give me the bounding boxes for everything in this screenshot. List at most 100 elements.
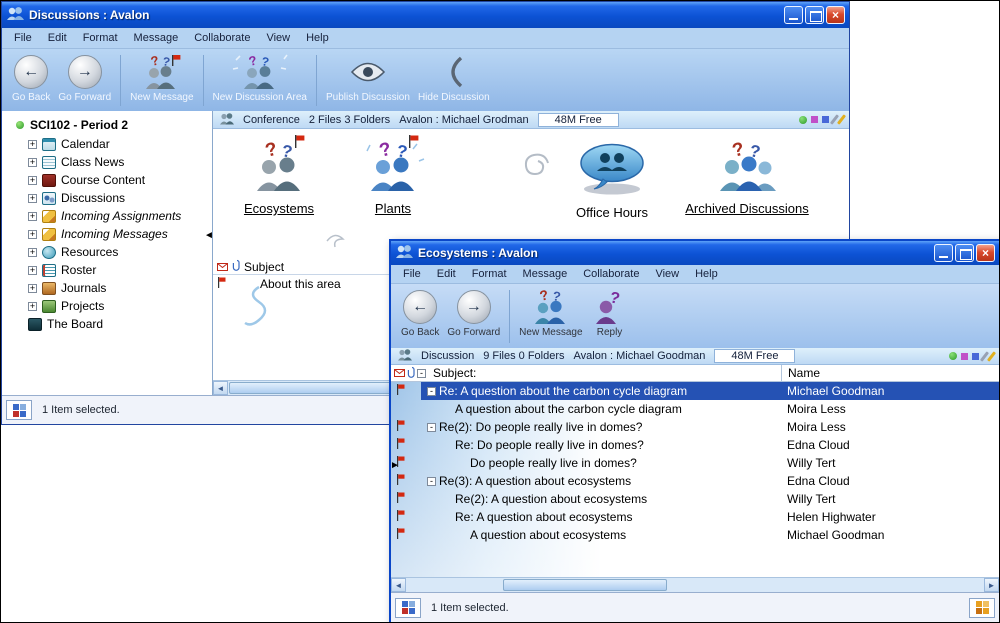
thread-collapse-toggle[interactable]: - — [427, 423, 436, 432]
file-folder-counts: 9 Files 0 Folders — [483, 350, 564, 362]
titlebar[interactable]: Discussions : Avalon × — [2, 2, 849, 28]
new-message-button[interactable]: ?? New Message — [126, 52, 197, 109]
menu-item[interactable]: Format — [464, 266, 515, 282]
tree-item[interactable]: + Calendar — [2, 135, 212, 153]
scrollbar-thumb[interactable] — [503, 579, 667, 591]
status-text: 1 Item selected. — [42, 404, 120, 416]
free-space-indicator: 48M Free — [714, 349, 795, 363]
tree-item-label: Course Content — [61, 173, 145, 187]
split-view-button[interactable] — [969, 598, 995, 618]
tree-item[interactable]: + The Board — [2, 315, 212, 333]
table-row[interactable]: - Re(3): A question about ecosystems Edn… — [391, 472, 999, 490]
tree-item[interactable]: + Resources — [2, 243, 212, 261]
menu-item[interactable]: File — [6, 30, 40, 46]
table-row[interactable]: - Re: A question about the carbon cycle … — [391, 382, 999, 400]
unread-column-icon — [394, 366, 405, 380]
conference-item-archived-discussions[interactable]: ?? Archived Discussions — [657, 141, 837, 216]
scroll-left-button[interactable]: ◄ — [391, 578, 406, 592]
tree-item[interactable]: + Projects — [2, 297, 212, 315]
new-message-button[interactable]: ?? New Message — [515, 287, 586, 346]
go-back-button[interactable]: ← Go Back — [8, 52, 54, 109]
row-subject: A question about ecosystems — [470, 528, 626, 542]
hide-discussion-button[interactable]: Hide Discussion — [414, 52, 494, 109]
menu-item[interactable]: Edit — [429, 266, 464, 282]
tree-item[interactable]: + Roster — [2, 261, 212, 279]
tree-item[interactable]: + Incoming Messages — [2, 225, 212, 243]
tree-item[interactable]: + Course Content — [2, 171, 212, 189]
menu-item[interactable]: View — [647, 266, 687, 282]
expand-plus-icon[interactable]: + — [28, 248, 37, 257]
tree-root-course[interactable]: SCI102 - Period 2 — [2, 115, 212, 135]
menu-item[interactable]: Collaborate — [575, 266, 647, 282]
view-mode-button[interactable] — [6, 400, 32, 420]
blue-square-icon — [822, 116, 829, 123]
name-column-header[interactable]: Name — [781, 365, 999, 381]
menu-item[interactable]: File — [395, 266, 429, 282]
row-author-name: Michael Goodman — [781, 528, 999, 542]
sidebar-collapse-arrow[interactable]: ◄ — [204, 231, 214, 241]
titlebar[interactable]: Ecosystems : Avalon × — [391, 241, 999, 265]
menu-item[interactable]: Collaborate — [186, 30, 258, 46]
expand-plus-icon[interactable]: + — [28, 194, 37, 203]
tree-item-label: Roster — [61, 263, 96, 277]
subject-column-header[interactable]: Subject: — [425, 366, 781, 380]
table-row[interactable]: - Re(2): Do people really live in domes?… — [391, 418, 999, 436]
maximize-button[interactable] — [955, 244, 974, 262]
close-button[interactable]: × — [826, 6, 845, 24]
forward-arrow-icon: → — [68, 55, 102, 89]
unread-flag-icon — [396, 472, 405, 490]
row-author-name: Moira Less — [781, 420, 999, 434]
menu-item[interactable]: Help — [298, 30, 337, 46]
menu-item[interactable]: Message — [126, 30, 187, 46]
scrollbar-thumb[interactable] — [229, 382, 397, 394]
menu-item[interactable]: Help — [687, 266, 726, 282]
table-row[interactable]: - Re: A question about ecosystems Helen … — [391, 508, 999, 526]
menu-item[interactable]: Message — [515, 266, 576, 282]
expand-plus-icon[interactable]: + — [28, 266, 37, 275]
menu-item[interactable]: Edit — [40, 30, 75, 46]
horizontal-scrollbar[interactable]: ◄ ► — [391, 577, 999, 592]
expand-plus-icon[interactable]: + — [28, 302, 37, 311]
file-folder-counts: 2 Files 3 Folders — [309, 114, 390, 126]
maximize-button[interactable] — [805, 6, 824, 24]
expand-plus-icon[interactable]: + — [28, 176, 37, 185]
table-row[interactable]: - A question about ecosystems Michael Go… — [391, 526, 999, 544]
tree-item[interactable]: + Incoming Assignments — [2, 207, 212, 225]
tree-item[interactable]: + Discussions — [2, 189, 212, 207]
scroll-right-button[interactable]: ► — [984, 578, 999, 592]
new-discussion-area-button[interactable]: ?? New Discussion Area — [209, 52, 311, 109]
row-author-name: Edna Cloud — [781, 474, 999, 488]
minimize-button[interactable] — [934, 244, 953, 262]
expand-plus-icon[interactable]: + — [28, 158, 37, 167]
expand-plus-icon[interactable]: + — [28, 284, 37, 293]
subject-column-header[interactable]: Subject — [244, 260, 284, 274]
expand-plus-icon[interactable]: + — [28, 212, 37, 221]
tree-item[interactable]: + Class News — [2, 153, 212, 171]
table-row[interactable]: - Do people really live in domes? Willy … — [391, 454, 999, 472]
table-row[interactable]: - Re(2): A question about ecosystems Wil… — [391, 490, 999, 508]
thread-collapse-toggle[interactable]: - — [427, 477, 436, 486]
scroll-left-button[interactable]: ◄ — [213, 381, 228, 395]
expand-plus-icon[interactable]: + — [28, 230, 37, 239]
go-forward-button[interactable]: → Go Forward — [443, 287, 504, 346]
conference-item-ecosystems[interactable]: ?? Ecosystems — [219, 141, 339, 216]
table-row[interactable]: - A question about the carbon cycle diag… — [391, 400, 999, 418]
tree-item[interactable]: + Journals — [2, 279, 212, 297]
back-arrow-icon: ← — [14, 55, 48, 89]
thread-collapse-toggle[interactable]: - — [427, 387, 436, 396]
menu-item[interactable]: View — [258, 30, 298, 46]
publish-discussion-button[interactable]: Publish Discussion — [322, 52, 414, 109]
reply-button[interactable]: ? Reply — [587, 287, 633, 346]
conference-item-plants[interactable]: ?? Plants — [343, 141, 443, 216]
go-back-button[interactable]: ← Go Back — [397, 287, 443, 346]
minimize-button[interactable] — [784, 6, 803, 24]
view-mode-button[interactable] — [395, 598, 421, 618]
go-forward-button[interactable]: → Go Forward — [54, 52, 115, 109]
expand-plus-icon[interactable]: + — [28, 140, 37, 149]
table-row[interactable]: - Re: Do people really live in domes? Ed… — [391, 436, 999, 454]
menu-item[interactable]: Format — [75, 30, 126, 46]
pane-expand-arrow[interactable]: ► — [390, 461, 400, 471]
row-subject: Re(2): A question about ecosystems — [455, 492, 647, 506]
close-button[interactable]: × — [976, 244, 995, 262]
tree-item-label: Discussions — [61, 191, 125, 205]
